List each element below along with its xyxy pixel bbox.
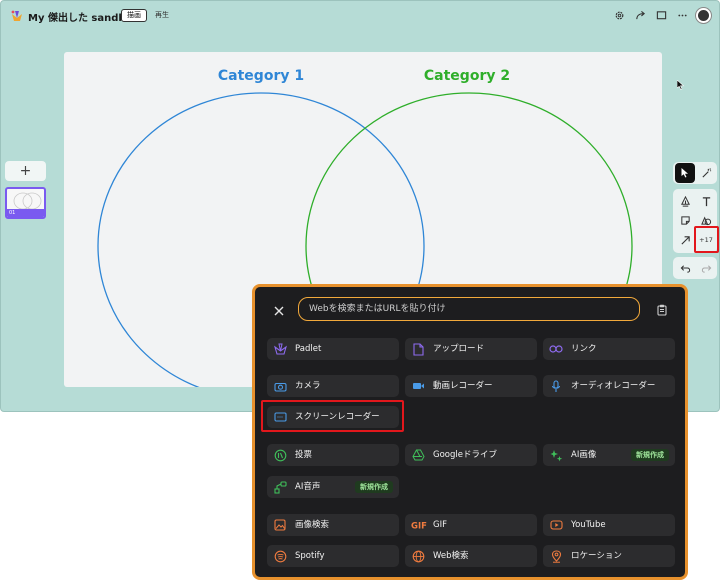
youtube-icon: [549, 518, 563, 532]
tab-play[interactable]: 再生: [155, 9, 169, 22]
redo-button[interactable]: [696, 258, 716, 278]
upload-icon: [411, 342, 425, 356]
category-2-label: Category 2: [424, 68, 510, 84]
pointer-icon: [681, 168, 688, 178]
svg-text:GIF: GIF: [411, 522, 427, 531]
option-ai-image[interactable]: AI画像 新規作成: [543, 444, 675, 466]
new-badge: 新規作成: [355, 481, 393, 493]
microphone-icon: [549, 379, 563, 393]
sticky-note-icon: [680, 215, 690, 225]
select-tool-group: [673, 162, 717, 184]
option-camera[interactable]: カメラ: [267, 375, 399, 397]
option-google-drive[interactable]: Googleドライブ: [405, 444, 537, 466]
mouse-cursor-icon: [677, 80, 685, 90]
option-spotify[interactable]: Spotify: [267, 545, 399, 567]
clipboard-icon: [657, 304, 667, 316]
option-youtube[interactable]: YouTube: [543, 514, 675, 536]
gear-icon[interactable]: [612, 8, 626, 22]
slide-thumbnail[interactable]: 01: [5, 187, 46, 219]
text-icon: [702, 196, 710, 206]
history-tool-group: [673, 257, 717, 279]
search-input[interactable]: [298, 297, 640, 321]
option-video-recorder[interactable]: 動画レコーダー: [405, 375, 537, 397]
web-search-icon: [411, 549, 425, 563]
option-poll[interactable]: 投票: [267, 444, 399, 466]
clipboard-button[interactable]: [655, 303, 669, 317]
arrow-tool[interactable]: [675, 230, 695, 250]
category-1-label: Category 1: [218, 68, 304, 84]
sticky-note-tool[interactable]: [675, 210, 695, 230]
highlight-box-screen-recorder: [261, 400, 404, 432]
option-upload[interactable]: アップロード: [405, 338, 537, 360]
image-search-icon: [273, 518, 287, 532]
poll-icon: [273, 448, 287, 462]
camera-icon: [273, 379, 287, 393]
shapes-icon: [700, 215, 711, 225]
gif-icon: GIF: [411, 518, 429, 532]
option-padlet[interactable]: Padlet: [267, 338, 399, 360]
option-web-search[interactable]: Web検索: [405, 545, 537, 567]
padlet-icon: [273, 342, 287, 356]
magic-wand-icon: [701, 167, 711, 178]
content-picker-panel: Padlet アップロード リンク カメラ 動画レコーダー: [252, 284, 688, 580]
close-icon: [274, 306, 284, 316]
magic-tool[interactable]: [696, 163, 716, 183]
option-image-search[interactable]: 画像検索: [267, 514, 399, 536]
ai-image-icon: [549, 448, 563, 462]
avatar[interactable]: [696, 8, 711, 23]
arrow-icon: [680, 235, 690, 245]
option-link[interactable]: リンク: [543, 338, 675, 360]
link-icon: [549, 342, 563, 356]
undo-button[interactable]: [675, 258, 695, 278]
undo-icon: [680, 264, 690, 273]
text-tool[interactable]: [696, 191, 716, 211]
select-tool[interactable]: [675, 163, 695, 183]
top-toolbar: [612, 8, 711, 23]
pen-tool[interactable]: [675, 191, 695, 211]
new-badge: 新規作成: [631, 449, 669, 461]
share-icon[interactable]: [633, 8, 647, 22]
top-bar: My 傑出した sandbox 描画 再生: [1, 1, 719, 31]
more-icon[interactable]: [675, 8, 689, 22]
spotify-icon: [273, 549, 287, 563]
tab-draw[interactable]: 描画: [121, 9, 147, 22]
video-recorder-icon: [411, 379, 425, 393]
pen-icon: [680, 195, 690, 207]
close-button[interactable]: [272, 304, 286, 318]
redo-icon: [701, 264, 711, 273]
highlight-box-more-tools: [694, 226, 719, 253]
add-slide-button[interactable]: +: [5, 161, 46, 181]
google-drive-icon: [411, 448, 425, 462]
present-icon[interactable]: [654, 8, 668, 22]
option-ai-voice[interactable]: AI音声 新規作成: [267, 476, 399, 498]
location-icon: [549, 549, 563, 563]
option-location[interactable]: ロケーション: [543, 545, 675, 567]
slide-number: 01: [7, 209, 44, 217]
ai-voice-icon: [273, 480, 287, 494]
padlet-logo-icon[interactable]: [10, 9, 24, 23]
option-gif[interactable]: GIF GIF: [405, 514, 537, 536]
option-audio-recorder[interactable]: オーディオレコーダー: [543, 375, 675, 397]
